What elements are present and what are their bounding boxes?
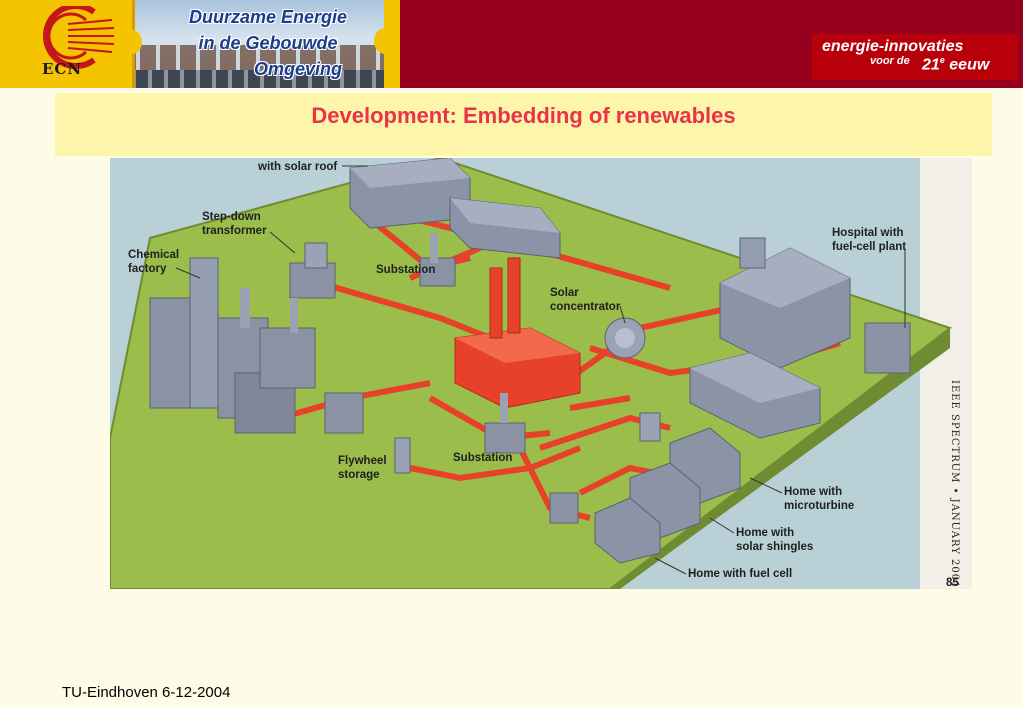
- page-number: 85: [946, 577, 959, 589]
- label-flywheel-2: storage: [338, 469, 380, 481]
- label-step-down-2: transformer: [202, 225, 267, 237]
- banner-title-line-2: in de Gebouwde: [198, 33, 338, 53]
- label-home-micro-1: Home with: [784, 486, 842, 498]
- label-chemical-2: factory: [128, 263, 167, 275]
- illustration-svg: with solar roof Step-down transformer Ch…: [110, 158, 972, 589]
- side-caption: IEEE SPECTRUM • JANUARY 2001: [949, 380, 960, 588]
- label-step-down-1: Step-down: [202, 211, 261, 223]
- tagline-line-1: energie-innovaties: [822, 38, 964, 55]
- label-home-fuel: Home with fuel cell: [688, 568, 792, 580]
- tagline-voor-de: voor de: [870, 55, 910, 67]
- label-flywheel-1: Flywheel: [338, 455, 387, 467]
- banner-title: Duurzame Energie in de Gebouwde Omgeving: [168, 4, 368, 82]
- slide-title: Development: Embedding of renewables: [311, 103, 736, 128]
- banner-image: ECN Duurzame Energie in de Gebouwde Omge…: [0, 0, 400, 88]
- distributed-energy-illustration: with solar roof Step-down transformer Ch…: [110, 158, 972, 589]
- label-solar-roof: with solar roof: [257, 161, 337, 173]
- title-box: Development: Embedding of renewables: [55, 93, 992, 156]
- tagline-21e-eeuw: 21e eeuw: [922, 55, 989, 74]
- banner-title-line-3: Omgeving: [253, 59, 342, 79]
- label-home-micro-2: microturbine: [784, 500, 854, 512]
- solar-concentrator: [604, 317, 646, 359]
- tagline-21: 21: [922, 56, 940, 74]
- page-margin: [920, 158, 972, 589]
- label-chemical-1: Chemical: [128, 249, 179, 261]
- label-hospital-1: Hospital with: [832, 227, 904, 239]
- banner-title-line-1: Duurzame Energie: [188, 7, 348, 27]
- tagline-eeuw: eeuw: [949, 56, 990, 74]
- label-hospital-2: fuel-cell plant: [832, 241, 906, 253]
- label-solar-conc-2: concentrator: [550, 301, 621, 313]
- puzzle-knob: [122, 30, 142, 54]
- label-solar-conc-1: Solar: [550, 287, 579, 299]
- header-bar: ECN Duurzame Energie in de Gebouwde Omge…: [0, 0, 1023, 88]
- tagline-sup: e: [939, 55, 945, 65]
- label-home-shingles-1: Home with: [736, 527, 794, 539]
- label-home-shingles-2: solar shingles: [736, 541, 813, 553]
- logo-text: ECN: [42, 60, 83, 78]
- label-substation-bottom: Substation: [453, 452, 512, 464]
- label-substation-top: Substation: [376, 264, 435, 276]
- puzzle-knob-right: [374, 28, 396, 54]
- footer-text: TU-Eindhoven 6-12-2004: [62, 684, 231, 701]
